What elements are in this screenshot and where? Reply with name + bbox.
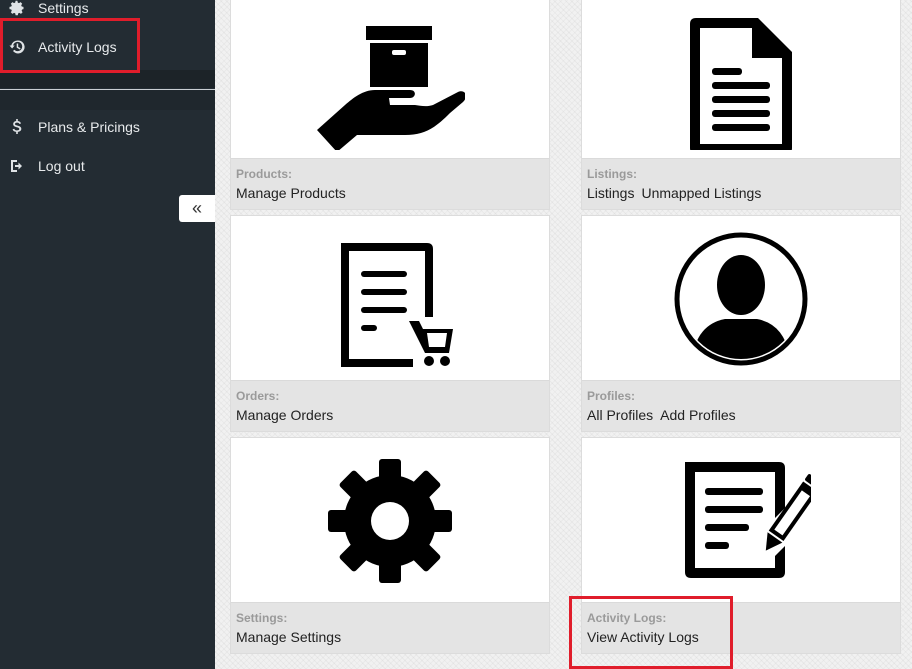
logout-icon xyxy=(9,158,25,174)
gear-icon xyxy=(9,0,25,16)
gear-icon xyxy=(328,459,452,583)
card-category: Products: xyxy=(236,167,293,181)
card-footer: Profiles: All Profiles Add Profiles xyxy=(582,380,900,431)
card-category: Activity Logs: xyxy=(587,611,667,625)
card-category: Orders: xyxy=(236,389,280,403)
sidebar-item-label: Settings xyxy=(38,0,89,16)
unmapped-listings-link[interactable]: Unmapped Listings xyxy=(641,183,761,203)
card-footer: Orders: Manage Orders xyxy=(231,380,549,431)
all-profiles-link[interactable]: All Profiles xyxy=(587,405,653,425)
card-orders: Orders: Manage Orders xyxy=(230,215,550,432)
sidebar-band-lower xyxy=(0,90,215,110)
sidebar-band xyxy=(0,70,215,88)
sidebar-item-label: Plans & Pricings xyxy=(38,119,140,135)
sidebar: Settings Activity Logs Plans & Pricings … xyxy=(0,0,215,669)
sidebar-item-plans-pricings[interactable]: Plans & Pricings xyxy=(0,109,215,145)
sidebar-item-label: Activity Logs xyxy=(38,39,117,55)
card-profiles: Profiles: All Profiles Add Profiles xyxy=(581,215,901,432)
add-profiles-link[interactable]: Add Profiles xyxy=(660,405,735,425)
card-category: Listings: xyxy=(587,167,637,181)
manage-settings-link[interactable]: Manage Settings xyxy=(236,627,341,647)
history-icon xyxy=(9,39,25,55)
card-activity-logs: Activity Logs: View Activity Logs xyxy=(581,437,901,654)
card-listings: Listings: Listings Unmapped Listings xyxy=(581,0,901,210)
card-category: Settings: xyxy=(236,611,288,625)
order-cart-icon xyxy=(341,243,453,367)
document-icon xyxy=(690,17,792,150)
listings-link[interactable]: Listings xyxy=(587,183,634,203)
hand-box-icon xyxy=(317,25,465,150)
card-settings: Settings: Manage Settings xyxy=(230,437,550,654)
edit-document-icon xyxy=(685,462,811,578)
profile-avatar-icon xyxy=(674,232,808,366)
sidebar-item-log-out[interactable]: Log out xyxy=(0,148,215,184)
sidebar-item-label: Log out xyxy=(38,158,85,174)
sidebar-item-activity-logs[interactable]: Activity Logs xyxy=(0,29,215,65)
dollar-icon xyxy=(9,119,25,135)
card-footer: Settings: Manage Settings xyxy=(231,602,549,653)
sidebar-item-settings[interactable]: Settings xyxy=(0,0,215,26)
manage-products-link[interactable]: Manage Products xyxy=(236,183,346,203)
view-activity-logs-link[interactable]: View Activity Logs xyxy=(587,627,699,647)
card-category: Profiles: xyxy=(587,389,636,403)
card-footer: Activity Logs: View Activity Logs xyxy=(582,602,900,653)
card-footer: Products: Manage Products xyxy=(231,158,549,209)
card-products: Products: Manage Products xyxy=(230,0,550,210)
collapse-sidebar-button[interactable]: « xyxy=(179,195,215,222)
card-footer: Listings: Listings Unmapped Listings xyxy=(582,158,900,209)
manage-orders-link[interactable]: Manage Orders xyxy=(236,405,333,425)
